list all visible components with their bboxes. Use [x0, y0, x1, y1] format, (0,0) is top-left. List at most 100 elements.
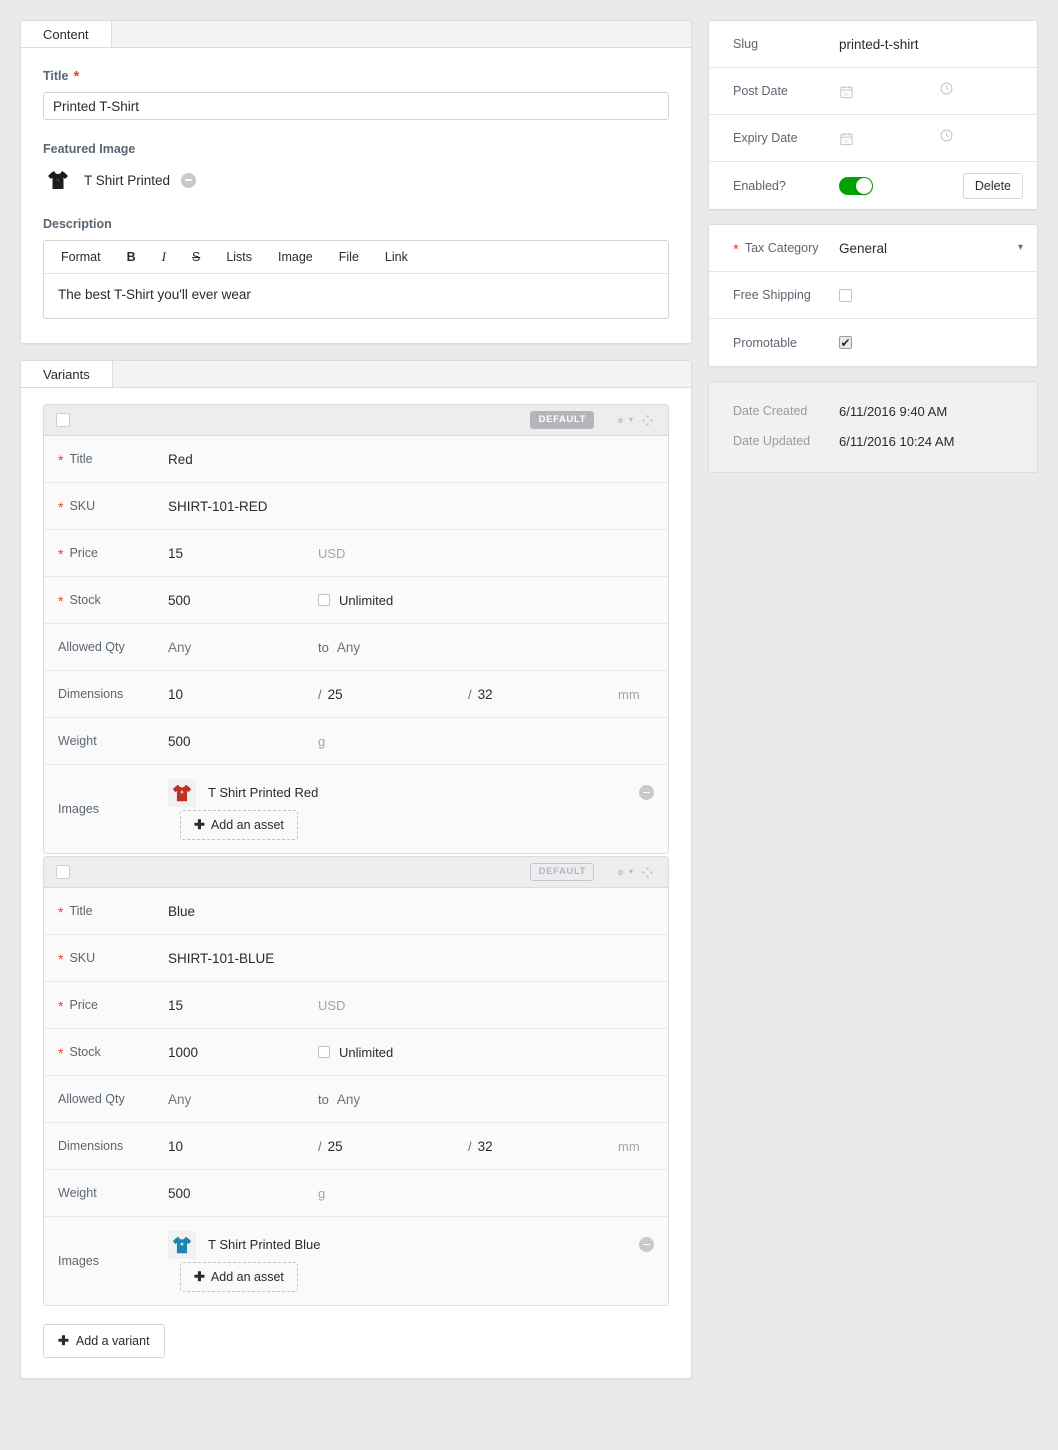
variant-weight-row: Weight g — [44, 718, 668, 765]
dimension-y-input[interactable] — [327, 686, 448, 702]
italic-button[interactable]: I — [149, 245, 179, 269]
dimension-x-input[interactable] — [168, 1138, 308, 1154]
gear-icon — [618, 869, 623, 875]
variant-move-handle[interactable] — [641, 414, 654, 427]
label-text: Images — [58, 1254, 99, 1268]
add-asset-button[interactable]: ✚ Add an asset — [180, 809, 298, 840]
free-shipping-checkbox[interactable] — [839, 288, 852, 302]
default-badge: DEFAULT — [529, 411, 594, 429]
meta-settings-panel: Slug Post Date 31 — [708, 20, 1038, 210]
variant-title-row: * Title — [44, 436, 668, 483]
variant-card: DEFAULT ▾ — [43, 856, 669, 1306]
variant-image-name[interactable]: T Shirt Printed Red — [208, 785, 627, 800]
variant-title-input[interactable] — [168, 903, 345, 919]
label-text: Stock — [69, 1045, 101, 1059]
qty-connector-label: to — [318, 639, 329, 655]
dimension-x-input[interactable] — [168, 686, 308, 702]
tax-category-control[interactable]: General ▾ — [839, 241, 1023, 256]
post-date-row: Post Date 31 — [709, 68, 1037, 115]
required-asterisk-icon: * — [58, 452, 64, 468]
tab-content[interactable]: Content — [21, 21, 112, 47]
remove-circle-icon[interactable] — [181, 172, 197, 188]
variant-header: DEFAULT ▾ — [44, 405, 668, 436]
dimension-separator-2: / — [468, 686, 472, 702]
variant-price-input[interactable] — [168, 545, 308, 561]
allowed-qty-min-input[interactable] — [168, 1091, 308, 1107]
variant-weight-input[interactable] — [168, 733, 308, 749]
expiry-date-field[interactable]: 31 — [839, 131, 939, 146]
required-asterisk-icon: * — [58, 546, 64, 562]
strikethrough-button[interactable]: S — [179, 245, 213, 269]
add-variant-button[interactable]: ✚ Add a variant — [43, 1324, 165, 1358]
variant-stock-input[interactable] — [168, 592, 308, 608]
link-button[interactable]: Link — [372, 245, 421, 269]
clock-icon — [940, 129, 953, 142]
variant-price-label: * Price — [58, 546, 168, 562]
free-shipping-label: Free Shipping — [733, 288, 839, 302]
timestamps-panel: Date Created 6/11/2016 9:40 AM Date Upda… — [708, 381, 1038, 473]
variant-move-handle[interactable] — [641, 866, 654, 879]
variant-title-label: * Title — [58, 904, 168, 920]
unlimited-stock-checkbox[interactable] — [318, 1046, 330, 1058]
enabled-toggle[interactable] — [839, 176, 873, 195]
variant-weight-input[interactable] — [168, 1185, 308, 1201]
promotable-checkbox[interactable]: ✔ — [839, 336, 852, 349]
variant-sku-label: * SKU — [58, 951, 168, 966]
allowed-qty-max-input[interactable] — [336, 639, 467, 655]
lists-button[interactable]: Lists — [213, 245, 265, 269]
variant-sku-row: * SKU — [44, 483, 668, 530]
variant-sku-input[interactable] — [168, 498, 345, 514]
post-time-field[interactable] — [939, 81, 954, 101]
promotable-row: Promotable ✔ — [709, 319, 1037, 366]
add-asset-button[interactable]: ✚ Add an asset — [180, 1261, 298, 1292]
variant-image-name[interactable]: T Shirt Printed Blue — [208, 1237, 627, 1252]
allowed-qty-min-input[interactable] — [168, 639, 308, 655]
post-date-control: 31 — [839, 81, 1023, 101]
dimension-z-input[interactable] — [477, 686, 588, 702]
dimension-y-input[interactable] — [327, 1138, 448, 1154]
unlimited-stock-checkbox[interactable] — [318, 594, 330, 606]
variant-price-input[interactable] — [168, 997, 308, 1013]
label-text: Weight — [58, 1186, 97, 1200]
post-date-field[interactable]: 31 — [839, 84, 939, 99]
chevron-down-icon: ▾ — [628, 867, 633, 876]
expiry-time-field[interactable] — [939, 128, 954, 148]
label-text: Promotable — [733, 335, 797, 350]
remove-circle-icon[interactable] — [639, 785, 654, 800]
delete-button[interactable]: Delete — [962, 172, 1023, 199]
variant-sku-input[interactable] — [168, 950, 345, 966]
variant-title-input[interactable] — [168, 451, 345, 467]
description-editor-body[interactable]: The best T-Shirt you'll ever wear — [44, 274, 668, 318]
date-updated-row: Date Updated 6/11/2016 10:24 AM — [733, 426, 1013, 456]
variant-dimensions-row: Dimensions / / mm — [44, 671, 668, 718]
variant-select-checkbox[interactable] — [56, 865, 70, 879]
remove-circle-icon[interactable] — [639, 1237, 654, 1252]
variant-stock-input[interactable] — [168, 1044, 308, 1060]
required-asterisk-icon: * — [58, 904, 64, 920]
variants-panel: Variants DEFAULT ▾ * Title Red * SKU SHI… — [20, 360, 692, 1379]
variant-price-row: * Price USD — [44, 530, 668, 577]
variant-settings-button[interactable]: ▾ — [614, 414, 633, 427]
variant-dimensions-label: Dimensions — [58, 687, 168, 701]
slug-input[interactable] — [839, 36, 1019, 52]
svg-text:31: 31 — [844, 138, 850, 143]
variant-allowed-qty-label: Allowed Qty — [58, 640, 168, 654]
tab-variants[interactable]: Variants — [21, 361, 113, 387]
variant-settings-button[interactable]: ▾ — [614, 866, 633, 879]
tshirt-blue-icon — [168, 1230, 196, 1259]
featured-asset-name[interactable]: T Shirt Printed — [84, 173, 170, 188]
tshirt-black-icon — [43, 165, 73, 195]
variant-price-fields: USD — [168, 997, 668, 1013]
bold-button[interactable]: B — [114, 245, 149, 269]
variant-select-checkbox[interactable] — [56, 413, 70, 427]
featured-asset-row: T Shirt Printed — [43, 165, 669, 195]
variant-images-label: Images — [58, 1254, 168, 1268]
format-button[interactable]: Format — [48, 245, 114, 269]
title-input[interactable] — [43, 92, 669, 120]
image-button[interactable]: Image — [265, 245, 326, 269]
variant-stock-label: * Stock — [58, 593, 168, 608]
required-asterisk-icon: * — [58, 499, 64, 515]
allowed-qty-max-input[interactable] — [336, 1091, 467, 1107]
file-button[interactable]: File — [326, 245, 372, 269]
dimension-z-input[interactable] — [477, 1138, 588, 1154]
